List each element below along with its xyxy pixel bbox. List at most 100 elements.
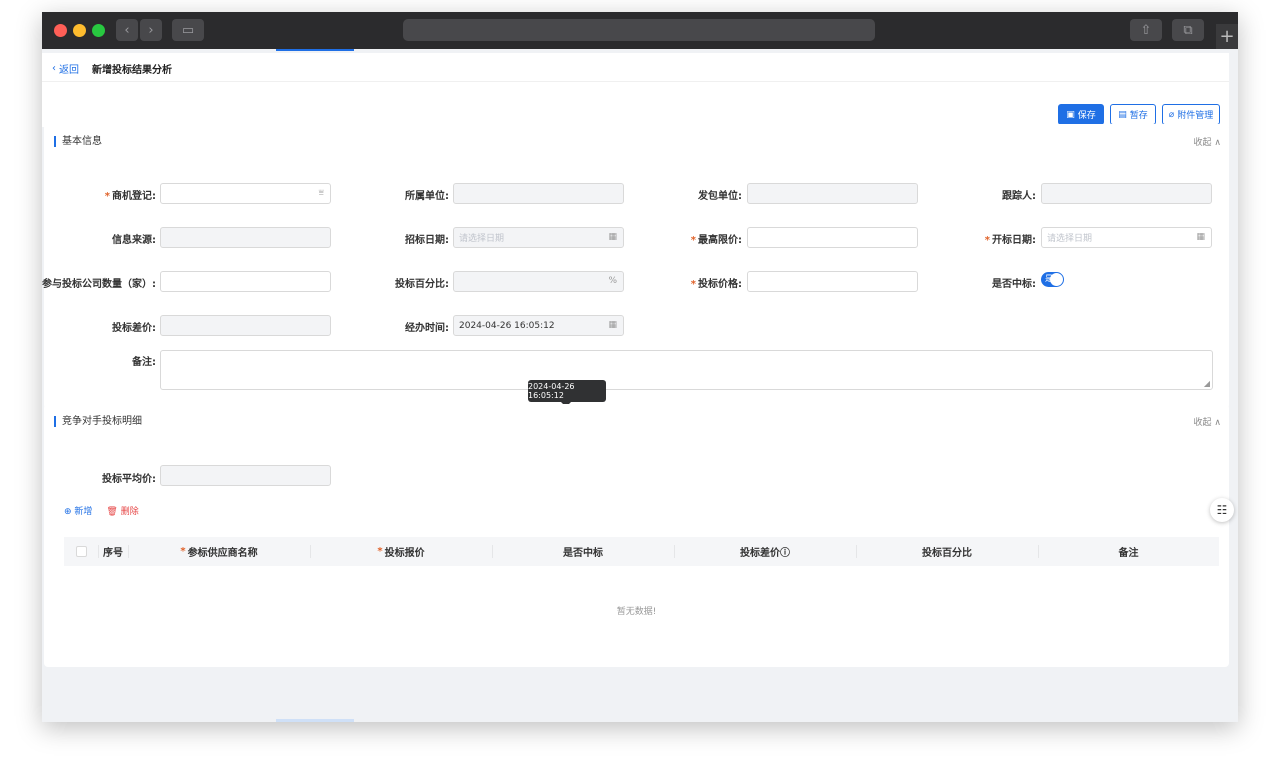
company-count-label: 参与投标公司数量（家）: (42, 279, 156, 290)
table-header: 序号 * 参标供应商名称 * 投标报价 是否中标 投标差价ⓘ 投标百分比 备注 (64, 537, 1219, 566)
column-header: 投标百分比 (856, 537, 1038, 566)
opportunity-select[interactable]: ⩸ (160, 183, 331, 204)
contractor-label: 发包单位: (698, 191, 742, 202)
maximize-window-button[interactable] (92, 24, 105, 37)
save-label: 保存 (1077, 111, 1096, 121)
bottom-indicator (276, 719, 354, 722)
forward-nav-button[interactable]: › (140, 19, 162, 41)
max-price-input[interactable] (747, 227, 918, 248)
page-title: 新增投标结果分析 (92, 65, 172, 76)
remark-label: 备注: (132, 357, 156, 368)
source-label: 信息来源: (112, 235, 156, 246)
bid-price-input[interactable] (747, 271, 918, 292)
back-nav-button[interactable]: ‹ (116, 19, 138, 41)
collapse-toggle[interactable]: 收起 ∧ (1194, 415, 1221, 428)
column-header: 备注 (1038, 537, 1219, 566)
avg-price-input (160, 465, 331, 486)
competitor-section: 竞争对手投标明细 收起 ∧ 投标平均价: ⊕ 新增 🗑 删除 序号 * 参标供应商… (44, 404, 1229, 667)
handle-time-input: 2024-04-26 16:05:12 ▦ (453, 315, 624, 336)
unit-input (453, 183, 624, 204)
section-title: 基本信息 (54, 136, 102, 147)
bid-diff-input (160, 315, 331, 336)
open-date-label: * 开标日期: (984, 235, 1036, 246)
column-header: 是否中标 (492, 537, 674, 566)
follower-input (1041, 183, 1212, 204)
tooltip-text: 2024-04-26 16:05:12 (528, 382, 575, 400)
select-all-checkbox[interactable] (75, 546, 87, 557)
attachment-button[interactable]: ⌀ 附件管理 (1162, 104, 1220, 125)
bid-date-input: 请选择日期 ▦ (453, 227, 624, 248)
save-icon: ▣ (1066, 109, 1075, 120)
share-button[interactable]: ⇧ (1130, 19, 1162, 41)
browser-window: ‹ › ▭ ⇧ ⧉ + ‹ 返回 新增投标结果分析 ▣ 保存 ▤ 暂存 ⌀ 附件… (42, 12, 1238, 722)
won-switch[interactable]: 是 (1041, 272, 1064, 287)
calendar-icon: ▦ (608, 232, 617, 242)
sliders-icon: ☷ (1216, 503, 1228, 517)
chevron-left-icon: ‹ (124, 22, 130, 38)
new-tab-button[interactable]: + (1216, 24, 1238, 49)
source-input (160, 227, 331, 248)
handle-time-label: 经办时间: (405, 323, 449, 334)
avg-price-label: 投标平均价: (102, 474, 156, 485)
select-all-cell (64, 537, 98, 566)
column-header: * 参标供应商名称 (128, 537, 310, 566)
close-window-button[interactable] (54, 24, 67, 37)
bid-date-placeholder: 请选择日期 (459, 234, 505, 244)
collapse-toggle[interactable]: 收起 ∧ (1194, 135, 1221, 148)
plus-icon: + (1219, 26, 1235, 47)
back-label: 返回 (59, 65, 79, 76)
draft-icon: ▤ (1118, 109, 1127, 120)
bid-diff-label: 投标差价: (112, 323, 156, 334)
open-date-placeholder: 请选择日期 (1047, 234, 1093, 244)
back-link[interactable]: ‹ 返回 (52, 61, 79, 76)
bid-percent-input: % (453, 271, 624, 292)
address-bar[interactable] (403, 19, 875, 41)
settings-float-button[interactable]: ☷ (1210, 498, 1234, 522)
company-count-input[interactable] (160, 271, 331, 292)
sidebar-icon: ▭ (181, 22, 195, 38)
column-header: 序号 (98, 537, 128, 566)
empty-state: 暂无数据! (616, 607, 657, 617)
table-actions: ⊕ 新增 🗑 删除 (64, 504, 139, 517)
basic-info-section: 基本信息 收起 ∧ * 商机登记: ⩸ 所属单位: 发包单位: 跟踪人: 信息来源… (42, 124, 1229, 409)
chevron-right-icon: › (148, 22, 154, 38)
contractor-input (747, 183, 918, 204)
bid-date-label: 招标日期: (405, 235, 449, 246)
resize-handle-icon[interactable]: ◢ (1204, 379, 1210, 388)
follower-label: 跟踪人: (1002, 191, 1036, 202)
tabs-icon: ⧉ (1183, 22, 1193, 38)
minimize-window-button[interactable] (73, 24, 86, 37)
header-divider (42, 81, 1229, 82)
draft-button[interactable]: ▤ 暂存 (1110, 104, 1156, 125)
calendar-icon: ▦ (608, 320, 617, 330)
tab-overview-button[interactable]: ⧉ (1172, 19, 1204, 41)
bid-percent-label: 投标百分比: (395, 279, 449, 290)
remark-textarea[interactable]: ◢ (160, 350, 1213, 390)
attachment-label: 附件管理 (1177, 111, 1214, 121)
column-header: 投标差价ⓘ (674, 537, 856, 566)
won-label: 是否中标: (992, 279, 1036, 290)
max-price-label: * 最高限价: (690, 235, 742, 246)
title-bar: ‹ › ▭ ⇧ ⧉ + (42, 12, 1238, 49)
add-row-button[interactable]: ⊕ 新增 (64, 504, 92, 517)
active-tab-indicator (276, 49, 354, 51)
sidebar-toggle-button[interactable]: ▭ (172, 19, 204, 41)
chevron-left-icon: ‹ (52, 63, 56, 74)
percent-suffix: % (608, 276, 617, 286)
section-title: 竞争对手投标明细 (54, 416, 142, 427)
switch-knob (1050, 273, 1063, 286)
paperclip-icon: ⌀ (1168, 109, 1175, 120)
filter-icon: ⩸ (318, 188, 324, 198)
calendar-icon: ▦ (1196, 232, 1205, 242)
delete-row-button[interactable]: 🗑 删除 (106, 504, 138, 517)
open-date-input[interactable]: 请选择日期 ▦ (1041, 227, 1212, 248)
unit-label: 所属单位: (405, 191, 449, 202)
draft-label: 暂存 (1129, 111, 1148, 121)
page-header: ‹ 返回 新增投标结果分析 ▣ 保存 ▤ 暂存 ⌀ 附件管理 (42, 53, 1229, 127)
bid-price-label: * 投标价格: (690, 279, 742, 290)
column-header: * 投标报价 (310, 537, 492, 566)
share-icon: ⇧ (1140, 22, 1152, 38)
datetime-tooltip: 2024-04-26 16:05:12 (528, 380, 606, 407)
opportunity-label: * 商机登记: (104, 191, 156, 202)
save-button[interactable]: ▣ 保存 (1058, 104, 1104, 125)
